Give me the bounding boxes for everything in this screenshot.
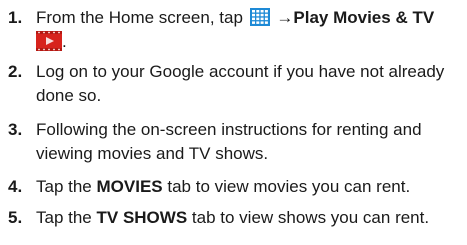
step-bold-tab: TV SHOWS [96, 208, 188, 227]
step-text-before: Tap the [36, 208, 92, 227]
step-line-1: Log on to your Google account if you hav… [36, 62, 445, 81]
step-text: Following the on-screen instructions for… [36, 118, 461, 166]
step-arrow: → [276, 8, 294, 27]
step-line-1: Following the on-screen instructions for… [36, 120, 422, 139]
step-text-before: From the Home screen, tap [36, 8, 243, 27]
step-line-2: viewing movies and TV shows. [36, 144, 269, 163]
step-text-before: Tap the [36, 177, 92, 196]
step-number: 2. [8, 62, 23, 81]
step-number: 1. [8, 8, 23, 27]
step-text-after: tab to view movies you can rent. [167, 177, 411, 196]
step-bold-tab: MOVIES [96, 177, 163, 196]
step-text-after: tab to view shows you can rent. [191, 208, 430, 227]
step-line-2: done so. [36, 86, 102, 105]
play-movies-icon [36, 31, 62, 51]
step-text: Tap the TV SHOWS tab to view shows you c… [36, 206, 461, 230]
step-trailing: . [62, 32, 67, 51]
step-text: From the Home screen, tap →Play Movies &… [36, 6, 461, 54]
step-text: Tap the MOVIES tab to view movies you ca… [36, 175, 461, 199]
step-number: 4. [8, 177, 23, 196]
step-number: 5. [8, 208, 23, 227]
step-number: 3. [8, 120, 23, 139]
apps-grid-icon [249, 8, 270, 26]
instructions-page: r 1. From the Home screen, tap [0, 0, 467, 245]
step-text: Log on to your Google account if you hav… [36, 60, 461, 108]
step-bold-target: Play Movies & TV [293, 8, 435, 27]
